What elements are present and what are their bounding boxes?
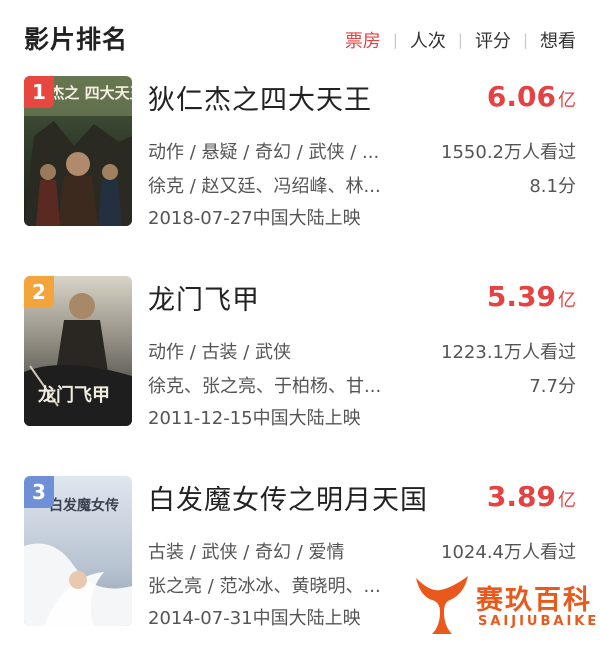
movie-viewers: 1223.1万人看过: [441, 342, 576, 363]
movie-cast: 徐克、张之亮、于柏杨、甘...: [148, 376, 382, 397]
tab-divider: |: [457, 31, 463, 49]
movie-poster[interactable]: 龙门飞甲 2: [24, 276, 132, 426]
box-office-value: 5.39 亿: [487, 280, 576, 318]
movie-cast: 张之亮 / 范冰冰、黄晓明、...: [148, 576, 381, 597]
box-office-number: 3.89: [486, 480, 556, 513]
movie-title[interactable]: 狄仁杰之四大天王: [148, 78, 372, 117]
tab-rating[interactable]: 评分: [475, 27, 511, 53]
movie-genres: 动作 / 古装 / 武侠: [148, 342, 292, 363]
movie-viewers: 1024.4万人看过: [441, 542, 576, 563]
box-office-value: 3.89 亿: [487, 480, 576, 518]
rank-badge: 3: [24, 476, 54, 508]
movie-rating: 7.7分: [529, 376, 576, 397]
tab-viewers[interactable]: 人次: [410, 27, 446, 53]
box-office-unit: 亿: [558, 490, 576, 511]
tab-box-office[interactable]: 票房: [345, 27, 381, 53]
movie-poster[interactable]: 白发魔女传 3: [24, 476, 132, 626]
rank-badge: 2: [24, 276, 54, 308]
page-title: 影片排名: [24, 25, 129, 54]
tab-divider: |: [392, 31, 398, 49]
box-office-unit: 亿: [558, 290, 576, 311]
tab-divider: |: [522, 31, 528, 49]
poster-title-text: 龙门飞甲: [38, 384, 110, 406]
rank-badge: 1: [24, 76, 54, 108]
movie-item[interactable]: 狄仁杰之 四大天王 1 狄仁杰之四大天王 6.06亿 动作 / 悬疑 / 奇幻 …: [0, 76, 600, 229]
movie-genres: 动作 / 悬疑 / 奇幻 / 武侠 / ...: [148, 142, 380, 163]
movie-title[interactable]: 龙门飞甲: [148, 278, 260, 317]
box-office-number: 5.39: [486, 280, 556, 313]
poster-title-text: 白发魔女传: [49, 497, 119, 514]
page: 影片排名 票房 | 人次 | 评分 | 想看 四大天 1 狄仁杰之四大天王 6.…: [0, 0, 600, 651]
movie-cast: 徐克 / 赵又廷、冯绍峰、林...: [148, 176, 381, 197]
box-office-number: 6.06: [486, 80, 556, 113]
movie-poster[interactable]: 狄仁杰之 四大天王 1: [24, 76, 132, 226]
movie-item[interactable]: 龙门飞甲 2 龙门飞甲 5.39 亿 动作 / 古装 / 武侠 1223.1万人看…: [0, 276, 600, 429]
movie-title[interactable]: 白发魔女传之明月天国: [148, 478, 428, 517]
sort-tabs: 票房 | 人次 | 评分 | 想看: [345, 27, 576, 53]
box-office-unit: 亿: [558, 90, 576, 111]
movie-release-date: 2011-12-15中国大陆上映: [148, 408, 361, 429]
tab-want-to-see[interactable]: 想看: [540, 27, 576, 53]
movie-release-date: 2014-07-31中国大陆上映: [148, 608, 361, 629]
movie-rating: 8.1分: [529, 176, 576, 197]
movie-item[interactable]: 白发魔女传 3 白发魔女传之明月天国 3.89 亿 古装 / 武侠 / 奇幻 / …: [0, 476, 600, 629]
movie-viewers: 1550.2万人看过: [441, 142, 576, 163]
movie-release-date: 2018-07-27中国大陆上映: [148, 208, 361, 229]
header: 影片排名 票房 | 人次 | 评分 | 想看: [0, 0, 600, 76]
box-office-value: 6.06 亿: [487, 80, 576, 118]
movie-genres: 古装 / 武侠 / 奇幻 / 爱情: [148, 542, 345, 563]
